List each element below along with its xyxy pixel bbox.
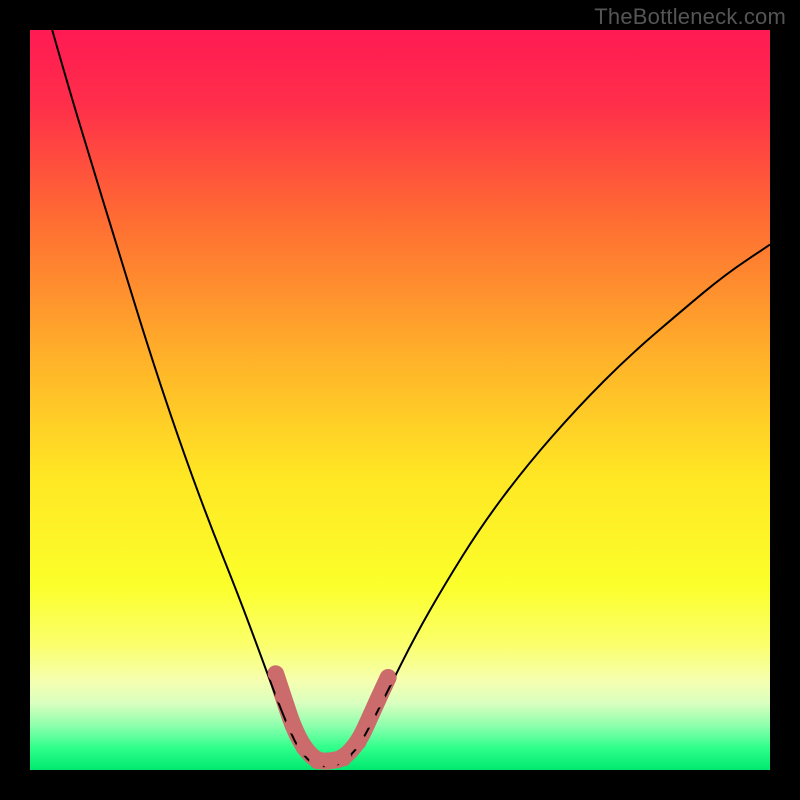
dot-marker-dots xyxy=(285,718,301,734)
dot-marker-dots xyxy=(361,712,377,728)
dot-marker-dots xyxy=(380,670,396,686)
chart-frame: TheBottleneck.com xyxy=(0,0,800,800)
watermark-text: TheBottleneck.com xyxy=(594,4,786,30)
dot-marker-dots xyxy=(336,750,352,766)
dot-marker-dots xyxy=(268,666,284,682)
dot-marker-dots xyxy=(370,692,386,708)
bottleneck-chart xyxy=(30,30,770,770)
dot-marker-dots xyxy=(296,740,312,756)
dot-marker-dots xyxy=(275,688,291,704)
chart-background xyxy=(30,30,770,770)
dot-marker-dots xyxy=(351,734,367,750)
dot-marker-dots xyxy=(322,753,338,769)
